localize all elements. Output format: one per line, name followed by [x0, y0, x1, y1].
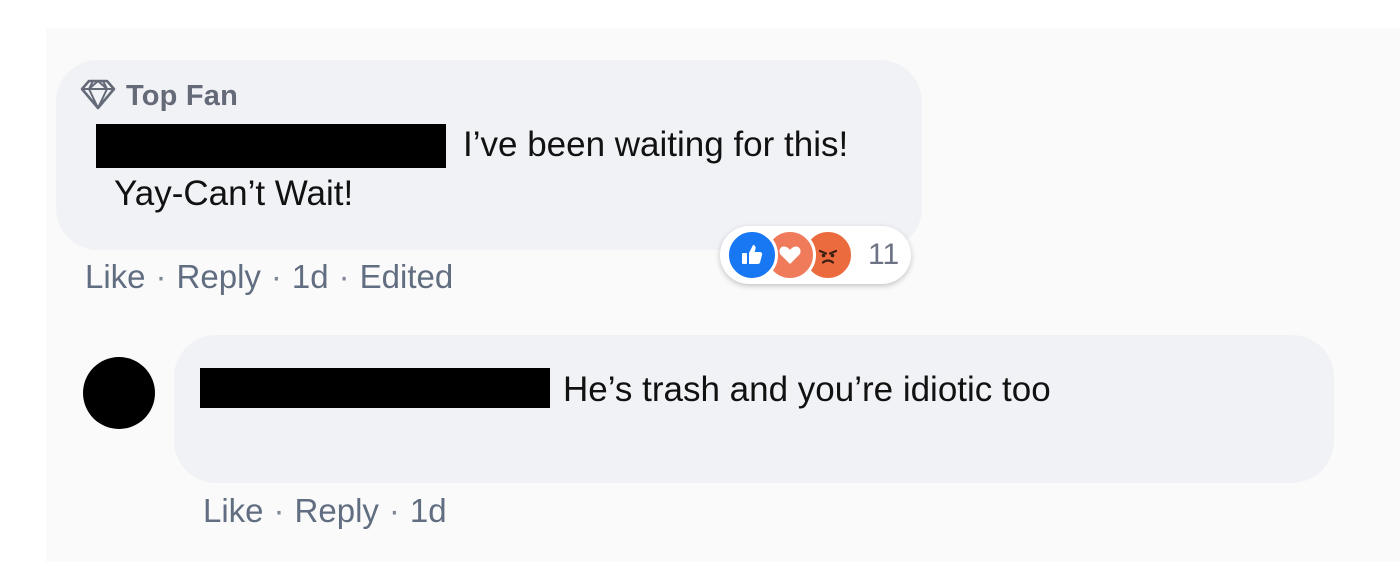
reactions-summary[interactable]: 11 [720, 226, 912, 284]
comment-text: I’ve been waiting for this! [463, 125, 849, 164]
top-fan-badge: Top Fan [80, 78, 238, 115]
like-link[interactable]: Like [203, 492, 264, 530]
timestamp-link[interactable]: 1d [410, 492, 447, 530]
reply-link[interactable]: Reply [295, 492, 379, 530]
separator: · [388, 492, 400, 529]
reply-text: He’s trash and you’re idiotic too [563, 370, 1051, 409]
comment-text-line2: Yay-Can’t Wait! [114, 174, 354, 213]
reaction-count: 11 [868, 238, 900, 271]
badge-label: Top Fan [126, 80, 239, 112]
like-link[interactable]: Like [85, 258, 146, 296]
comment-actions: Like · Reply · 1d · Edited [85, 258, 453, 296]
reply-actions: Like · Reply · 1d [203, 492, 447, 530]
timestamp-link[interactable]: 1d [292, 258, 329, 296]
separator: · [155, 258, 167, 295]
separator: · [338, 258, 350, 295]
edited-link[interactable]: Edited [360, 258, 454, 296]
separator: · [270, 258, 282, 295]
avatar[interactable] [83, 357, 155, 429]
like-icon [726, 229, 778, 281]
diamond-icon [80, 78, 116, 115]
redacted-author-name [200, 368, 550, 408]
separator: · [273, 492, 285, 529]
redacted-author-name [96, 124, 446, 168]
reply-link[interactable]: Reply [177, 258, 261, 296]
